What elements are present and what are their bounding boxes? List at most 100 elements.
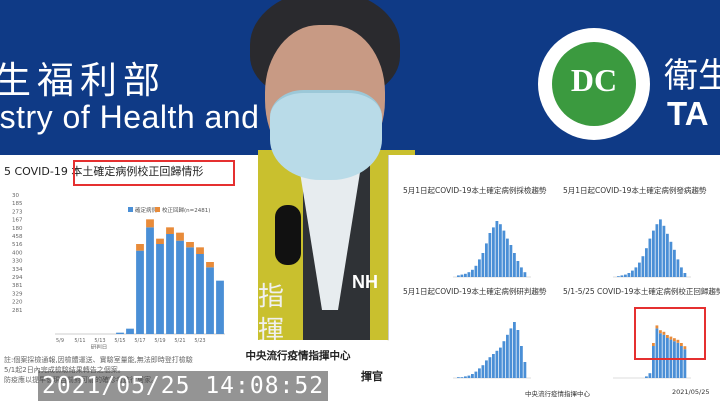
bar-backlog: [146, 219, 154, 228]
legend-swatch-backlog: [155, 207, 160, 212]
mini-bar: [634, 267, 638, 277]
mini-bar: [631, 270, 634, 277]
bar-confirmed: [196, 254, 204, 334]
poster-left-title-prefix: 5 COVID-19: [4, 165, 68, 178]
poster-right-cell-2: 5月1日起COVID-19本土確定病例發病趨勢: [557, 179, 717, 289]
cdc-logo-inner: DC: [552, 42, 636, 126]
mini-bar: [506, 334, 509, 378]
mini-bar: [509, 328, 513, 378]
jacket-badge: NH: [352, 272, 378, 292]
mini-bar: [513, 253, 516, 277]
poster-right-cell-1-title: 5月1日起COVID-19本土確定病例採檢趨勢: [403, 186, 547, 195]
poster-right-cell-2-chart: [613, 219, 691, 278]
bar-backlog: [186, 242, 194, 248]
table-value: 180: [12, 226, 23, 232]
jacket-characters: 指揮: [257, 282, 284, 346]
bar-confirmed: [166, 234, 174, 334]
table-value: 334: [12, 267, 23, 273]
table-value: 273: [12, 209, 23, 215]
mini-bar: [471, 269, 474, 277]
poster-right-cell-3-chart: [453, 322, 531, 379]
mini-bar: [499, 347, 502, 378]
poster-right: 5月1日起COVID-19本土確定病例採檢趨勢 5月1日起COVID-19本土確…: [388, 155, 720, 405]
bar-confirmed: [176, 240, 184, 334]
legend-label-backlog: 校正回歸(n=2481): [162, 206, 210, 214]
mini-bar: [474, 371, 478, 378]
mini-bar: [673, 249, 676, 277]
mini-bar: [485, 243, 488, 277]
mini-bar: [471, 374, 474, 378]
bar-backlog: [136, 244, 144, 251]
mini-bar: [520, 346, 523, 378]
table-value: 167: [12, 218, 23, 224]
mini-bar: [638, 262, 641, 277]
cdc-name-en: TA: [667, 95, 709, 132]
mini-bar: [617, 276, 620, 277]
poster-right-cell-2-title: 5月1日起COVID-19本土確定病例發病趨勢: [563, 186, 707, 195]
mini-bar: [478, 259, 481, 277]
podium-sign-org: 中央流行疫情指揮中心: [245, 350, 351, 362]
poster-right-highlight-box: [634, 307, 706, 360]
ministry-name-zh: 生福利部: [0, 59, 166, 102]
mini-bar: [474, 265, 478, 277]
mini-bar: [509, 245, 513, 277]
table-value: 185: [12, 201, 23, 207]
table-value: 220: [12, 300, 23, 306]
bar-confirmed: [136, 250, 144, 334]
mini-bar: [492, 227, 495, 277]
mini-bar: [641, 256, 645, 277]
bar-confirmed: [216, 280, 224, 334]
poster-left-chart: 確定病例 校正回歸(n=2481) 30 185 273 167 180 458 516 400 3…: [12, 193, 225, 349]
mini-bar: [659, 219, 662, 277]
mini-bar: [464, 273, 467, 277]
table-value: 329: [12, 291, 23, 297]
mini-bar: [652, 230, 655, 277]
mini-bar: [492, 354, 495, 378]
mini-bar: [499, 224, 502, 277]
bar-backlog: [206, 262, 214, 268]
bar-backlog: [176, 232, 184, 241]
poster-right-footer-org: 中央流行疫情指揮中心: [525, 390, 590, 398]
poster-left-note-1: 註:個案採檢通報,因檢體運送、實驗室量能,無法即時登打檢驗: [4, 356, 193, 364]
bar-confirmed: [186, 247, 194, 334]
cdc-logo: DC: [538, 28, 650, 140]
mini-bar: [624, 274, 627, 277]
mini-bar: [506, 238, 509, 277]
x-tick-label: 5/11: [74, 338, 85, 344]
microphone: [275, 205, 301, 265]
mini-bar: [478, 368, 481, 378]
mini-bar: [481, 365, 485, 378]
cdc-logo-letters: DC: [570, 62, 618, 98]
x-tick-label: 5/17: [134, 338, 145, 344]
bar-backlog: [166, 227, 174, 234]
mini-bar: [645, 248, 648, 277]
mini-bar: [460, 377, 464, 378]
mini-bar: [485, 360, 488, 378]
mini-bar: [513, 322, 516, 378]
mini-bar: [645, 376, 648, 378]
poster-right-cell-1-chart: [453, 221, 531, 278]
bar-backlog: [196, 247, 204, 254]
legend-label-confirmed: 確定病例: [135, 206, 158, 214]
mini-bar: [481, 253, 485, 277]
mini-bar: [516, 261, 520, 277]
x-tick-label: 5/15: [114, 338, 125, 344]
poster-left-title-highlight-box: [73, 160, 235, 186]
mini-bar: [523, 362, 527, 378]
mini-bar: [502, 230, 506, 277]
mini-bar: [666, 233, 669, 277]
x-tick-label: 5/13: [94, 338, 105, 344]
mini-bar: [683, 273, 687, 277]
mini-bar: [620, 275, 624, 277]
mini-bar: [495, 350, 499, 378]
table-value: 400: [12, 250, 23, 256]
bar-confirmed: [116, 332, 124, 334]
bar-confirmed: [126, 328, 134, 334]
table-value: 330: [12, 259, 23, 265]
bar-confirmed: [206, 267, 214, 334]
mini-bar: [467, 375, 471, 378]
table-value: 458: [12, 234, 23, 240]
table-value: 381: [12, 283, 23, 289]
x-tick-label: 5/21: [174, 338, 185, 344]
mini-bar: [502, 341, 506, 378]
